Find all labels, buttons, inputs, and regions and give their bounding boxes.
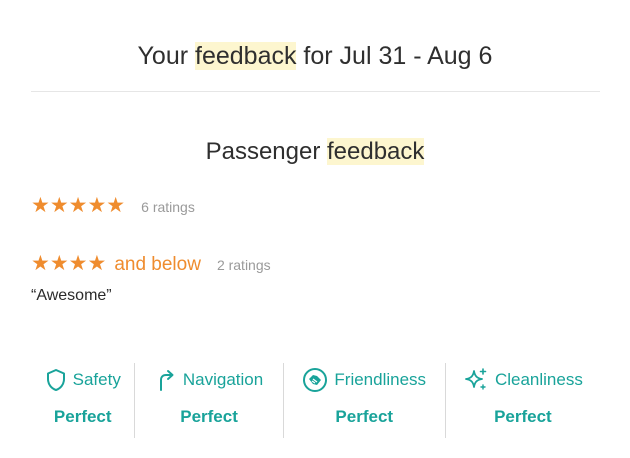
navigation-arrow-icon xyxy=(159,370,174,391)
handshake-icon xyxy=(303,368,328,392)
five-star-icons: ★★★★★ xyxy=(31,194,126,217)
subtitle-highlight: feedback xyxy=(327,138,425,165)
four-star-icons: ★★★★ xyxy=(31,252,107,275)
category-cleanliness: Cleanliness Perfect xyxy=(446,363,600,438)
four-and-below-count: 2 ratings xyxy=(216,257,271,273)
category-value: Perfect xyxy=(494,407,552,426)
shield-icon xyxy=(46,369,65,391)
category-friendliness: Friendliness Perfect xyxy=(284,363,446,438)
category-safety: Safety Perfect xyxy=(31,363,136,438)
passenger-feedback-title: Passenger feedback xyxy=(0,136,630,168)
category-ratings: Safety Perfect Navigation Perfect Friend… xyxy=(31,363,600,438)
subtitle-prefix: Passenger xyxy=(205,138,327,165)
page-title: Your feedback for Jul 31 - Aug 6 xyxy=(0,40,630,72)
category-value: Perfect xyxy=(53,407,112,426)
category-navigation: Navigation Perfect xyxy=(135,363,284,438)
category-label: Navigation xyxy=(182,370,264,389)
and-below-label: and below xyxy=(114,254,201,275)
four-and-below-rating-row[interactable]: ★★★★ and below 2 ratings xyxy=(31,252,271,276)
category-value: Perfect xyxy=(180,407,238,426)
sparkle-icon xyxy=(465,368,487,390)
title-prefix: Your xyxy=(137,42,196,70)
passenger-comment: “Awesome” xyxy=(31,287,112,304)
category-label: Safety xyxy=(72,370,121,389)
category-label: Friendliness xyxy=(334,370,427,389)
title-highlight: feedback xyxy=(195,42,297,70)
five-star-rating-row: ★★★★★ 6 ratings xyxy=(31,194,195,218)
category-value: Perfect xyxy=(335,407,394,426)
title-suffix: for Jul 31 - Aug 6 xyxy=(296,42,493,70)
five-star-count: 6 ratings xyxy=(141,199,195,215)
category-label: Cleanliness xyxy=(494,370,583,389)
divider xyxy=(31,91,600,92)
